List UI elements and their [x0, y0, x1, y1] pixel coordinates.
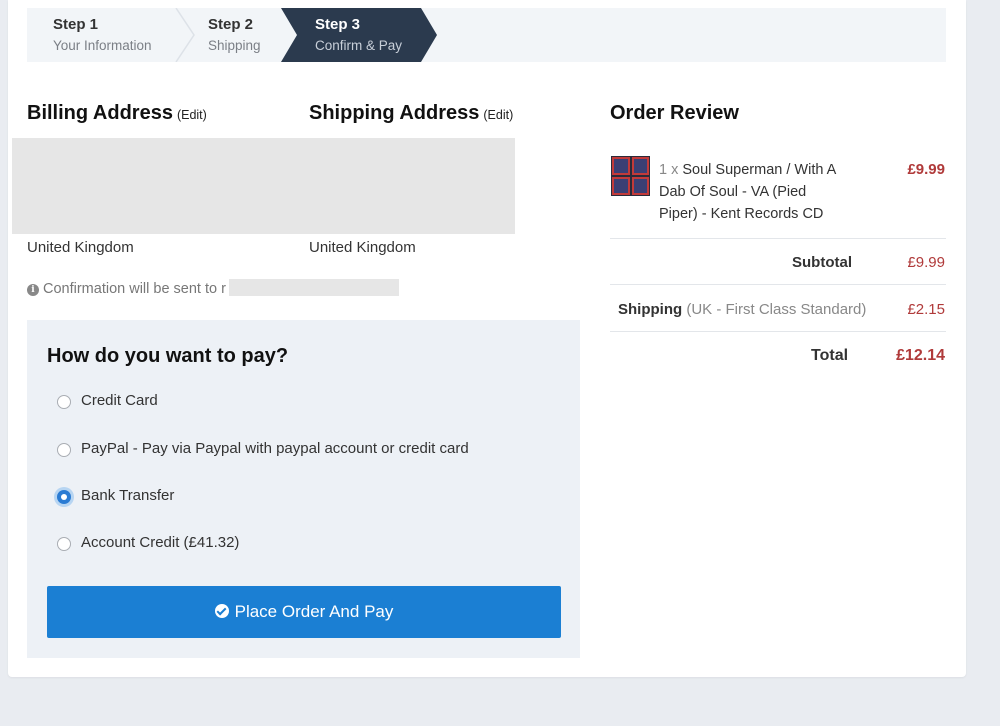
payment-panel: How do you want to pay? Credit Card PayP… [27, 320, 580, 658]
confirmation-notice: i Confirmation will be sent to r [27, 281, 226, 297]
checkout-steps: Step 1 Your Information Step 2 Shipping … [27, 8, 946, 62]
step-label: Confirm & Pay [315, 38, 403, 53]
subtotal-value: £9.99 [907, 254, 945, 271]
step-number: Step 1 [53, 16, 99, 33]
radio-button[interactable] [57, 395, 71, 409]
payment-option-label: Bank Transfer [81, 487, 175, 504]
item-quantity: 1 x [659, 162, 679, 178]
shipping-row: Shipping (UK - First Class Standard) [618, 301, 866, 318]
billing-title: Billing Address [27, 102, 173, 124]
shipping-method: (UK - First Class Standard) [686, 301, 867, 318]
billing-address-heading: Billing Address (Edit) [27, 102, 207, 125]
shipping-address-heading: Shipping Address (Edit) [309, 102, 513, 125]
shipping-edit-link[interactable]: (Edit) [483, 108, 513, 122]
step-confirm-pay[interactable]: Step 3 Confirm & Pay [281, 8, 437, 62]
subtotal-label: Subtotal [792, 254, 852, 271]
step-number: Step 2 [208, 16, 254, 33]
step-label: Your Information [53, 38, 152, 53]
payment-option-label: PayPal - Pay via Paypal with paypal acco… [81, 440, 469, 457]
redacted-email [229, 279, 399, 296]
step-shipping[interactable]: Step 2 Shipping [182, 8, 282, 62]
divider [610, 238, 946, 239]
check-circle-icon [214, 604, 229, 618]
item-price: £9.99 [907, 161, 945, 178]
total-value: £12.14 [896, 347, 945, 364]
product-thumbnail[interactable] [611, 156, 650, 196]
place-order-button[interactable]: Place Order And Pay [47, 586, 561, 638]
item-name[interactable]: Soul Superman / With A Dab Of Soul - VA … [659, 162, 836, 222]
shipping-label: Shipping [618, 301, 683, 318]
step-your-information[interactable]: Step 1 Your Information [27, 8, 182, 62]
radio-button-selected[interactable] [57, 490, 71, 504]
radio-button[interactable] [57, 443, 71, 457]
redacted-address-block [12, 138, 515, 234]
billing-edit-link[interactable]: (Edit) [177, 108, 207, 122]
divider [610, 331, 946, 332]
divider [610, 284, 946, 285]
place-order-label: Place Order And Pay [234, 602, 394, 621]
info-icon: i [27, 284, 39, 296]
payment-option-label: Credit Card [81, 392, 158, 409]
confirmation-text: Confirmation will be sent to r [43, 281, 226, 297]
shipping-cost: £2.15 [907, 301, 945, 318]
order-review-heading: Order Review [610, 102, 739, 124]
shipping-country: United Kingdom [309, 239, 416, 256]
payment-heading: How do you want to pay? [47, 345, 289, 367]
total-label: Total [811, 347, 849, 364]
payment-option-label: Account Credit (£41.32) [81, 534, 240, 551]
order-item: 1 x Soul Superman / With A Dab Of Soul -… [659, 159, 839, 225]
step-label: Shipping [208, 38, 261, 53]
radio-button[interactable] [57, 537, 71, 551]
step-number: Step 3 [315, 16, 361, 33]
shipping-title: Shipping Address [309, 102, 480, 124]
billing-country: United Kingdom [27, 239, 134, 256]
